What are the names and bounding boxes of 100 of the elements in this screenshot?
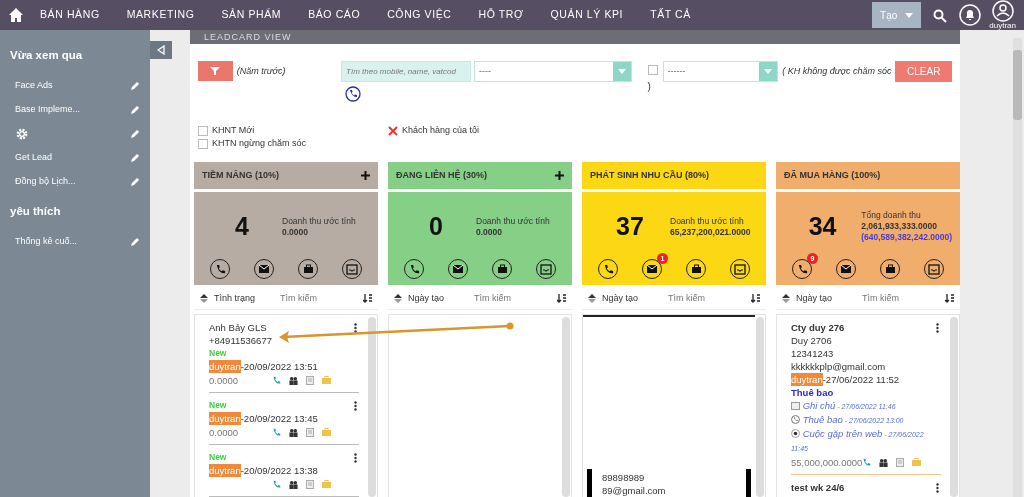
nav-item[interactable]: TẤT CẢ <box>650 7 691 23</box>
scrollbar[interactable] <box>368 317 376 497</box>
sidebar-item[interactable]: Thống kê cuố... <box>15 235 78 249</box>
revenue-label: Tổng doanh thu <box>861 210 922 222</box>
more-icon[interactable] <box>354 401 357 411</box>
sort-icon[interactable] <box>557 293 566 303</box>
people-icon[interactable] <box>289 479 298 489</box>
dot-icon <box>791 429 800 438</box>
people-icon[interactable] <box>289 427 298 437</box>
caret-icon <box>905 12 914 18</box>
sort-order-icon[interactable] <box>394 294 402 303</box>
people-icon[interactable] <box>289 375 298 385</box>
nav-item[interactable]: SẢN PHẨM <box>221 7 282 23</box>
sort-icon[interactable] <box>751 293 760 303</box>
more-icon[interactable] <box>936 483 939 493</box>
people-icon[interactable] <box>879 457 889 467</box>
sidebar-item[interactable]: Đồng bộ Lịch... <box>15 175 76 189</box>
dragged-card[interactable]: 89898989 89@gmail.com <box>587 469 751 497</box>
status-label: New <box>209 347 228 360</box>
nav-item[interactable]: BÁN HÀNG <box>40 7 100 23</box>
select-field[interactable]: ------ <box>662 61 779 82</box>
lead-count: 4 <box>234 211 250 242</box>
inbox-icon <box>540 263 552 275</box>
briefcase-icon <box>884 264 896 274</box>
more-icon[interactable] <box>354 323 357 333</box>
edit-icon[interactable] <box>130 81 140 91</box>
notification-icon[interactable] <box>959 4 982 26</box>
sidebar-item[interactable]: Base Impleme... <box>15 103 81 117</box>
nav-item[interactable]: BÁO CÁO <box>308 7 361 23</box>
user-tag: duytran <box>209 360 241 373</box>
collapse-button[interactable] <box>150 41 172 59</box>
sort-icon[interactable] <box>363 293 372 303</box>
filter-icon <box>210 66 221 76</box>
filter-button[interactable] <box>198 61 233 81</box>
settings-icon[interactable] <box>15 127 29 141</box>
search-field[interactable]: Tìm kiếm <box>474 291 544 306</box>
sort-field[interactable]: Tình trạng <box>214 291 274 306</box>
nav-item[interactable]: MARKETING <box>126 7 195 23</box>
note-icon <box>791 402 800 410</box>
sort-field[interactable]: Ngày tạo <box>408 291 468 306</box>
user-tag: duytran <box>209 412 241 425</box>
nav-item[interactable]: HỖ TRỢ <box>478 7 524 23</box>
edit-icon[interactable] <box>130 105 140 115</box>
sort-icon[interactable] <box>945 293 954 303</box>
checkbox[interactable] <box>198 138 208 149</box>
lead-count: 37 <box>615 211 645 242</box>
revenue-value: 0.0000 <box>476 226 503 238</box>
filter-note: ( KH không được chăm sóc <box>782 65 892 78</box>
scrollbar[interactable] <box>1013 38 1022 497</box>
edit-icon[interactable] <box>130 129 140 139</box>
sort-order-icon[interactable] <box>200 294 208 303</box>
add-icon[interactable] <box>555 171 564 180</box>
checkbox[interactable] <box>388 125 398 136</box>
checkbox[interactable] <box>647 65 658 75</box>
more-icon[interactable] <box>936 323 939 333</box>
revenue-label: Doanh thu ước tính <box>670 215 745 227</box>
company-name: Cty duy 276 <box>791 321 846 334</box>
user-avatar-icon[interactable] <box>991 0 1014 22</box>
search-icon[interactable] <box>933 8 948 23</box>
product-name: Thuê bao <box>791 386 835 399</box>
envelope-icon <box>646 264 658 274</box>
select-field[interactable]: ---- <box>474 61 632 82</box>
column-title: ĐÃ MUA HÀNG (100%) <box>784 168 881 182</box>
period-label: (Năm trước) <box>236 65 287 78</box>
card-text: kkkkkkplp@gmail.com <box>791 360 887 373</box>
home-icon[interactable] <box>8 7 24 24</box>
card-text: 89@gmail.com <box>602 484 667 497</box>
nav-item[interactable]: QUẢN LÝ KPI <box>550 7 624 23</box>
search-field[interactable]: Tìm kiếm <box>668 291 738 306</box>
scrollbar[interactable] <box>562 317 570 497</box>
user-name[interactable]: duytran <box>989 22 1016 30</box>
scrollbar[interactable] <box>756 317 764 497</box>
envelope-icon <box>258 264 270 274</box>
revenue-value: 65,237,200,021.0000 <box>670 226 751 238</box>
company-name: test wk 24/6 <box>791 481 846 494</box>
nav-item[interactable]: CÔNG VIỆC <box>387 7 452 23</box>
sidebar-item[interactable]: Get Lead <box>15 151 53 165</box>
user-tag: duytran <box>791 373 823 386</box>
revenue-label: Doanh thu ước tính <box>476 215 550 227</box>
search-field[interactable]: Tìm kiếm <box>280 291 350 306</box>
search-field[interactable]: Tìm theo mobile, name, vatcod <box>341 61 472 82</box>
sort-field[interactable]: Ngày tạo <box>796 291 856 306</box>
more-icon[interactable] <box>354 453 357 463</box>
sort-field[interactable]: Ngày tạo <box>602 291 662 306</box>
edit-icon[interactable] <box>130 177 140 187</box>
status-label: New <box>209 399 228 412</box>
envelope-icon <box>452 264 464 274</box>
scrollbar[interactable] <box>950 317 958 497</box>
sidebar-item[interactable]: Face Ads <box>15 79 53 93</box>
add-icon[interactable] <box>361 171 370 180</box>
card-text: 89898989 <box>602 471 646 484</box>
caret-icon <box>617 69 626 74</box>
checkbox-label: Khách hàng của tôi <box>402 123 480 137</box>
edit-icon[interactable] <box>130 237 140 247</box>
edit-icon[interactable] <box>130 153 140 163</box>
checkbox[interactable] <box>198 125 208 136</box>
inbox-icon <box>346 263 358 275</box>
sort-order-icon[interactable] <box>588 294 596 303</box>
sort-order-icon[interactable] <box>782 294 790 303</box>
search-field[interactable]: Tìm kiếm <box>862 291 932 306</box>
